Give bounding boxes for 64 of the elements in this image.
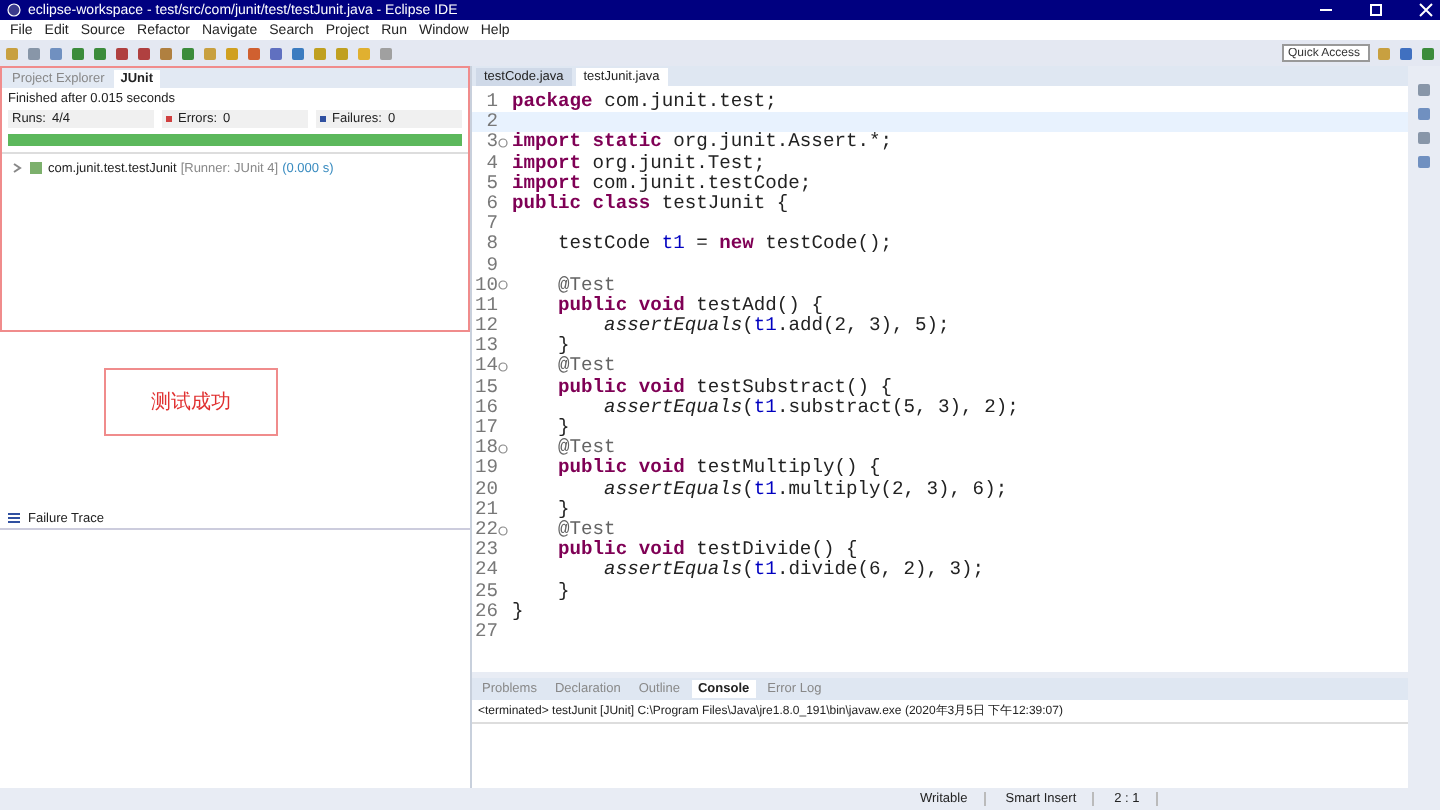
code-line: assertEquals(t1.substract(5, 3), 2);: [604, 397, 1019, 418]
code-line: public void testDivide() {: [556, 540, 858, 561]
counter-icon: [166, 116, 172, 122]
code-line: public void testAdd() {: [556, 295, 823, 316]
code-line: public void testMultiply() {: [556, 458, 881, 480]
line-number: 8: [484, 234, 498, 255]
code-line: public void testSubstract() {: [556, 377, 892, 398]
line-number: 24: [472, 560, 498, 581]
line-number: 18: [472, 438, 498, 459]
code-line: }: [556, 499, 570, 520]
code-line: @Test: [556, 356, 616, 378]
line-number: 1: [484, 92, 498, 113]
code-line: }: [556, 418, 570, 438]
line-number: 6: [484, 193, 498, 215]
maximize-icon[interactable]: [1368, 2, 1384, 18]
line-number: 10: [472, 275, 498, 296]
code-line: import org.junit.Test;: [512, 153, 766, 174]
line-number: 14: [472, 356, 498, 378]
code-line: @Test: [556, 275, 616, 296]
line-number: 22: [472, 519, 498, 541]
test-suite-icon: [28, 160, 44, 176]
code-line: testCode t1 = new testCode();: [556, 234, 893, 255]
fold-icon[interactable]: [498, 525, 508, 536]
line-number: 16: [472, 397, 498, 418]
fold-icon[interactable]: [498, 137, 508, 148]
line-number: 17: [472, 418, 498, 439]
code-line: @Test: [556, 519, 616, 540]
line-number: 23: [472, 540, 498, 561]
code-line: @Test: [556, 438, 616, 459]
line-number: 2: [484, 112, 498, 133]
expand-icon[interactable]: [8, 160, 24, 176]
code-line: assertEquals(t1.divide(6, 2), 3);: [602, 560, 985, 581]
code-line: public class testJunit {: [512, 193, 789, 215]
line-number: 13: [472, 336, 498, 357]
code-line: }: [556, 336, 570, 357]
line-number: 19: [472, 458, 498, 480]
line-number: 5: [484, 173, 498, 194]
fold-icon[interactable]: [498, 362, 508, 373]
code-line: import com.junit.testCode;: [512, 173, 812, 194]
code-line: import static org.junit.Assert.*;: [512, 132, 892, 154]
code-line: }: [512, 601, 524, 622]
line-number: 25: [472, 581, 498, 602]
success-note: 测试成功: [104, 368, 278, 436]
line-number: 3: [484, 132, 498, 154]
counter-icon: [320, 116, 326, 122]
line-number: 21: [472, 499, 498, 520]
fold-icon[interactable]: [498, 443, 508, 454]
line-number: 26: [472, 601, 498, 622]
fold-icon[interactable]: [498, 280, 508, 291]
line-number: 15: [472, 377, 498, 398]
code-line: package com.junit.test;: [512, 92, 777, 113]
close-icon[interactable]: [1418, 2, 1434, 18]
code-line: }: [556, 581, 570, 602]
code-editor[interactable]: [472, 86, 1408, 672]
line-number: 11: [472, 295, 498, 317]
line-number: 9: [484, 255, 498, 276]
line-number: 20: [472, 479, 498, 500]
line-number: 7: [484, 214, 498, 235]
line-number: 4: [484, 153, 498, 174]
line-number: 12: [472, 316, 498, 337]
line-number: 27: [472, 621, 498, 643]
code-line: assertEquals(t1.multiply(2, 3), 6);: [602, 479, 1008, 500]
code-line: assertEquals(t1.add(2, 3), 5);: [602, 316, 950, 337]
stack-icon: [6, 510, 22, 526]
